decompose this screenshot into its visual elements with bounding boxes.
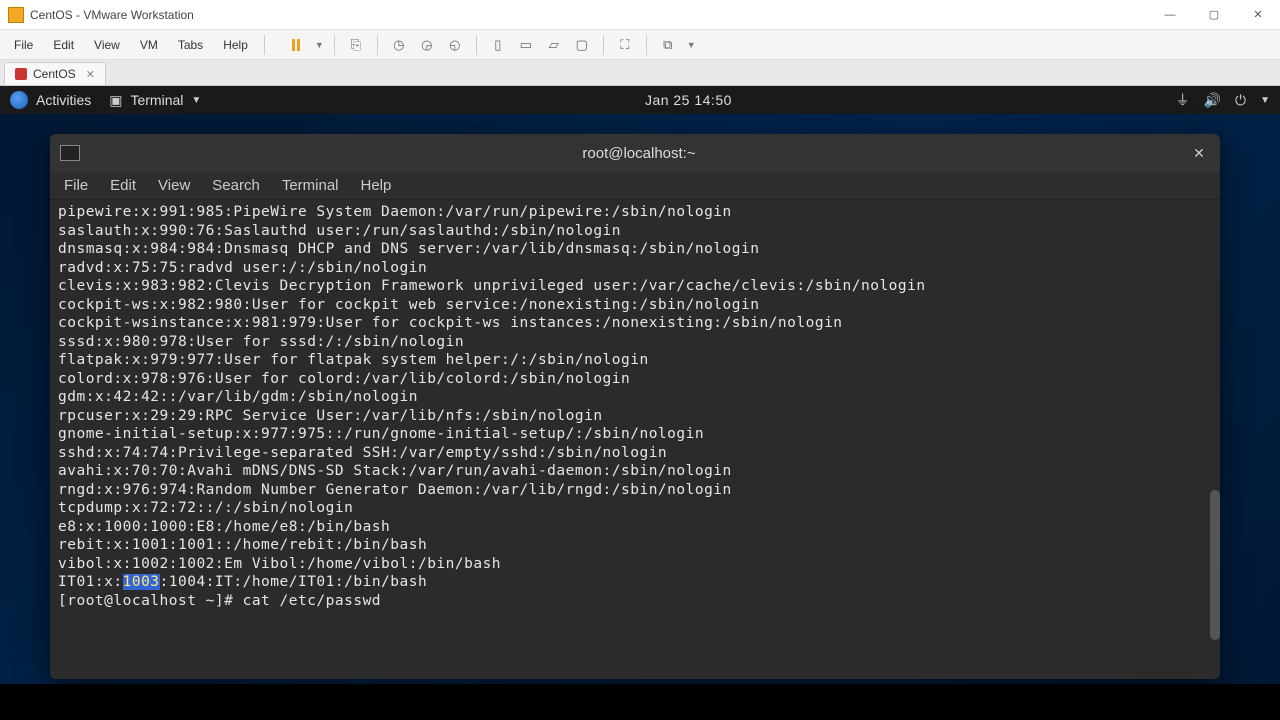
term-line: rebit:x:1001:1001::/home/rebit:/bin/bash [58,536,1212,555]
network-icon: ⏚ [1176,90,1190,110]
terminal-window-icon [60,145,80,161]
term-line: gdm:x:42:42::/var/lib/gdm:/sbin/nologin [58,388,1212,407]
term-line: pipewire:x:991:985:PipeWire System Daemo… [58,203,1212,222]
vmware-app-icon [8,7,24,23]
term-prompt: [root@localhost ~]# cat /etc/passwd [58,592,1212,611]
black-border-bottom [0,684,1280,720]
terminal-body[interactable]: pipewire:x:991:985:PipeWire System Daemo… [50,200,1220,679]
term-line: clevis:x:983:982:Clevis Decryption Frame… [58,277,1212,296]
separator [264,35,265,55]
term-menu-edit[interactable]: Edit [110,177,136,194]
power-icon: ⏻ [1235,92,1246,109]
term-menu-help[interactable]: Help [361,177,392,194]
pause-vm-button[interactable] [285,34,307,56]
terminal-icon: ▣ [109,92,122,109]
term-line: cockpit-ws:x:982:980:User for cockpit we… [58,296,1212,315]
menu-vm[interactable]: VM [132,34,166,56]
term-line: flatpak:x:979:977:User for flatpak syste… [58,351,1212,370]
snapshot-manager-button[interactable]: ◵ [444,34,466,56]
vm-display[interactable]: Activities ▣ Terminal ▼ Jan 25 14:50 ⏚ 🔊… [0,86,1280,720]
activities-icon [10,91,28,109]
term-line: radvd:x:75:75:radvd user:/:/sbin/nologin [58,259,1212,278]
menu-tabs[interactable]: Tabs [170,34,211,56]
terminal-scrollbar[interactable] [1210,490,1220,640]
chevron-down-icon: ▼ [191,95,201,106]
term-line-it01: IT01:x:1003:1004:IT:/home/IT01:/bin/bash [58,573,1212,592]
term-menu-file[interactable]: File [64,177,88,194]
layout-button-2[interactable]: ▭ [515,34,537,56]
dropdown-icon[interactable]: ▼ [315,40,324,50]
terminal-menubar: File Edit View Search Terminal Help [50,172,1220,200]
vm-tab-label: CentOS [33,67,76,81]
vmware-tabstrip: CentOS ✕ [0,60,1280,86]
term-line: avahi:x:70:70:Avahi mDNS/DNS-SD Stack:/v… [58,462,1212,481]
separator [476,35,477,55]
term-line: colord:x:978:976:User for colord:/var/li… [58,370,1212,389]
volume-icon: 🔊 [1204,92,1221,109]
chevron-down-icon: ▼ [1260,95,1270,106]
term-line: cockpit-wsinstance:x:981:979:User for co… [58,314,1212,333]
dropdown-icon[interactable]: ▼ [687,40,696,50]
menu-view[interactable]: View [86,34,128,56]
layout-button-3[interactable]: ▱ [543,34,565,56]
vmware-toolbar: ▼ ⎘ ◷ ◶ ◵ ▯ ▭ ▱ ▢ ⛶ ⧉ ▼ [285,34,696,56]
term-line: sshd:x:74:74:Privilege-separated SSH:/va… [58,444,1212,463]
term-line: sssd:x:980:978:User for sssd:/:/sbin/nol… [58,333,1212,352]
tab-close-icon[interactable]: ✕ [86,68,95,81]
separator [603,35,604,55]
term-line: gnome-initial-setup:x:977:975::/run/gnom… [58,425,1212,444]
term-line: dnsmasq:x:984:984:Dnsmasq DHCP and DNS s… [58,240,1212,259]
term-menu-terminal[interactable]: Terminal [282,177,339,194]
close-button[interactable]: ✕ [1244,5,1272,25]
terminal-close-button[interactable]: ✕ [1188,142,1210,164]
terminal-title: root@localhost:~ [90,145,1188,162]
activities-label: Activities [36,92,91,108]
term-menu-search[interactable]: Search [212,177,260,194]
separator [334,35,335,55]
fullscreen-button[interactable]: ⛶ [614,34,636,56]
menu-edit[interactable]: Edit [45,34,82,56]
separator [377,35,378,55]
system-status-area[interactable]: ⏚ 🔊 ⏻ ▼ [1176,90,1270,110]
gnome-topbar: Activities ▣ Terminal ▼ Jan 25 14:50 ⏚ 🔊… [0,86,1280,114]
snapshot-take-button[interactable]: ◷ [388,34,410,56]
term-line: rngd:x:976:974:Random Number Generator D… [58,481,1212,500]
clock[interactable]: Jan 25 14:50 [201,92,1175,108]
app-menu-label: Terminal [130,92,183,108]
menu-help[interactable]: Help [215,34,256,56]
maximize-button[interactable]: ▢ [1200,5,1228,25]
separator [646,35,647,55]
centos-tab-icon [15,68,27,80]
term-line: tcpdump:x:72:72::/:/sbin/nologin [58,499,1212,518]
vmware-titlebar: CentOS - VMware Workstation — ▢ ✕ [0,0,1280,30]
activities-button[interactable]: Activities [10,91,91,109]
term-line: e8:x:1000:1000:E8:/home/e8:/bin/bash [58,518,1212,537]
app-menu-terminal[interactable]: ▣ Terminal ▼ [109,92,201,109]
terminal-window: root@localhost:~ ✕ File Edit View Search… [50,134,1220,679]
term-line: saslauth:x:990:76:Saslauthd user:/run/sa… [58,222,1212,241]
send-ctrl-alt-del-button[interactable]: ⎘ [345,34,367,56]
gnome-desktop: Activities ▣ Terminal ▼ Jan 25 14:50 ⏚ 🔊… [0,86,1280,720]
vmware-window-title: CentOS - VMware Workstation [30,8,1156,22]
term-menu-view[interactable]: View [158,177,190,194]
window-controls: — ▢ ✕ [1156,5,1272,25]
term-line: rpcuser:x:29:29:RPC Service User:/var/li… [58,407,1212,426]
term-line: vibol:x:1002:1002:Em Vibol:/home/vibol:/… [58,555,1212,574]
snapshot-revert-button[interactable]: ◶ [416,34,438,56]
menu-file[interactable]: File [6,34,41,56]
mouse-selection: 1003 [123,574,160,590]
terminal-titlebar[interactable]: root@localhost:~ ✕ [50,134,1220,172]
unity-button[interactable]: ⧉ [657,34,679,56]
vmware-menubar: File Edit View VM Tabs Help ▼ ⎘ ◷ ◶ ◵ ▯ … [0,30,1280,60]
vm-tab-centos[interactable]: CentOS ✕ [4,62,106,85]
layout-button-4[interactable]: ▢ [571,34,593,56]
minimize-button[interactable]: — [1156,5,1184,25]
layout-button-1[interactable]: ▯ [487,34,509,56]
